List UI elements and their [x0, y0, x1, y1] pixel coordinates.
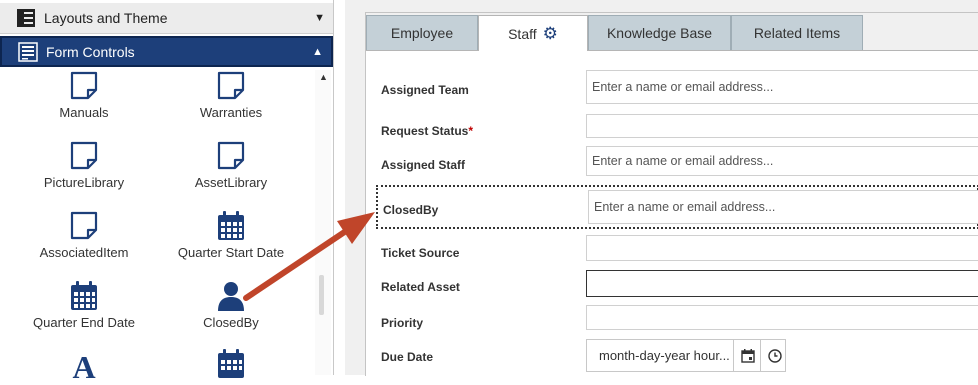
assigned-staff-input[interactable] — [586, 146, 978, 176]
tab-label: Related Items — [753, 25, 841, 41]
chevron-up-icon: ▲ — [312, 45, 323, 58]
form-canvas: Employee Staff ⚙ Knowledge Base Related … — [345, 0, 978, 376]
page-icon — [215, 140, 247, 172]
closedby-input[interactable] — [588, 190, 978, 224]
field-label-closedby: ClosedBy — [383, 203, 439, 217]
due-date-picker[interactable]: month-day-year hour... — [586, 339, 786, 372]
text-icon: A — [68, 348, 100, 385]
control-warranties[interactable]: Warranties — [156, 70, 306, 120]
page-icon — [68, 210, 100, 242]
calendar-icon[interactable] — [733, 340, 761, 371]
request-status-input[interactable] — [586, 114, 978, 138]
form-designer-toolbox: Layouts and Theme ▼ Form Controls ▲ ▲ Ma… — [0, 0, 345, 385]
due-date-placeholder: month-day-year hour... — [599, 348, 729, 363]
section-label: Layouts and Theme — [44, 10, 168, 26]
related-asset-input[interactable] — [586, 270, 978, 297]
chevron-down-icon: ▼ — [314, 12, 325, 24]
field-label-assigned-team: Assigned Team — [381, 83, 469, 97]
control-quarter-end-date[interactable]: Quarter End Date — [9, 280, 159, 330]
control-label: Quarter End Date — [33, 315, 135, 330]
assigned-team-input[interactable] — [586, 70, 978, 104]
tab-staff[interactable]: Staff ⚙ — [478, 15, 588, 51]
control-label: Quarter Start Date — [177, 245, 285, 260]
field-label-ticket-source: Ticket Source — [381, 246, 460, 260]
control-label: AssetLibrary — [194, 175, 268, 190]
scrollbar-thumb[interactable] — [319, 275, 324, 315]
section-layouts-theme[interactable]: Layouts and Theme ▼ — [0, 3, 333, 34]
control-label: Manuals — [59, 105, 109, 120]
page-icon — [68, 70, 100, 102]
priority-input[interactable] — [586, 305, 978, 330]
required-marker: * — [468, 124, 474, 138]
form-icon — [18, 41, 38, 62]
svg-text:A: A — [72, 349, 95, 380]
control-date[interactable] — [156, 348, 306, 380]
page-icon — [215, 70, 247, 102]
control-text[interactable]: A — [9, 348, 159, 385]
calendar-icon — [68, 280, 100, 312]
control-closedby[interactable]: ClosedBy — [156, 280, 306, 330]
section-form-controls[interactable]: Form Controls ▲ — [0, 36, 333, 67]
tab-bar: Employee Staff ⚙ Knowledge Base Related … — [366, 13, 978, 51]
field-label-request-status: Request Status* — [381, 124, 473, 138]
tab-related-items[interactable]: Related Items — [731, 15, 863, 50]
control-label: Warranties — [199, 105, 263, 120]
control-manuals[interactable]: Manuals — [9, 70, 159, 120]
section-label: Form Controls — [46, 43, 135, 60]
control-label: PictureLibrary — [43, 175, 125, 190]
control-picturelibrary[interactable]: PictureLibrary — [9, 140, 159, 190]
calendar-icon — [215, 210, 247, 242]
field-label-priority: Priority — [381, 316, 424, 330]
layout-icon — [16, 8, 36, 28]
control-assetlibrary[interactable]: AssetLibrary — [156, 140, 306, 190]
field-label-text: Request Status — [381, 124, 469, 138]
calendar-icon — [215, 348, 247, 380]
ticket-source-input[interactable] — [586, 235, 978, 261]
panel-divider — [333, 0, 334, 375]
field-label-related-asset: Related Asset — [381, 280, 460, 294]
tab-knowledge-base[interactable]: Knowledge Base — [588, 15, 731, 50]
control-label: AssociatedItem — [39, 245, 129, 260]
gear-icon[interactable]: ⚙ — [543, 25, 558, 42]
control-label: ClosedBy — [203, 315, 259, 330]
form-frame: Employee Staff ⚙ Knowledge Base Related … — [365, 12, 978, 376]
field-label-due-date: Due Date — [381, 350, 434, 364]
person-icon — [215, 280, 247, 312]
tab-employee[interactable]: Employee — [366, 15, 478, 50]
scroll-up-icon[interactable]: ▲ — [319, 72, 328, 82]
toolbox-scrollbar[interactable]: ▲ — [315, 70, 331, 375]
tab-label: Employee — [390, 25, 454, 41]
clock-icon[interactable] — [760, 340, 788, 371]
control-quarter-start-date[interactable]: Quarter Start Date — [156, 210, 306, 260]
tab-label: Staff — [508, 25, 537, 42]
page-icon — [68, 140, 100, 172]
field-label-assigned-staff: Assigned Staff — [381, 158, 466, 172]
control-associateditem[interactable]: AssociatedItem — [9, 210, 159, 260]
tab-label: Knowledge Base — [606, 25, 713, 41]
